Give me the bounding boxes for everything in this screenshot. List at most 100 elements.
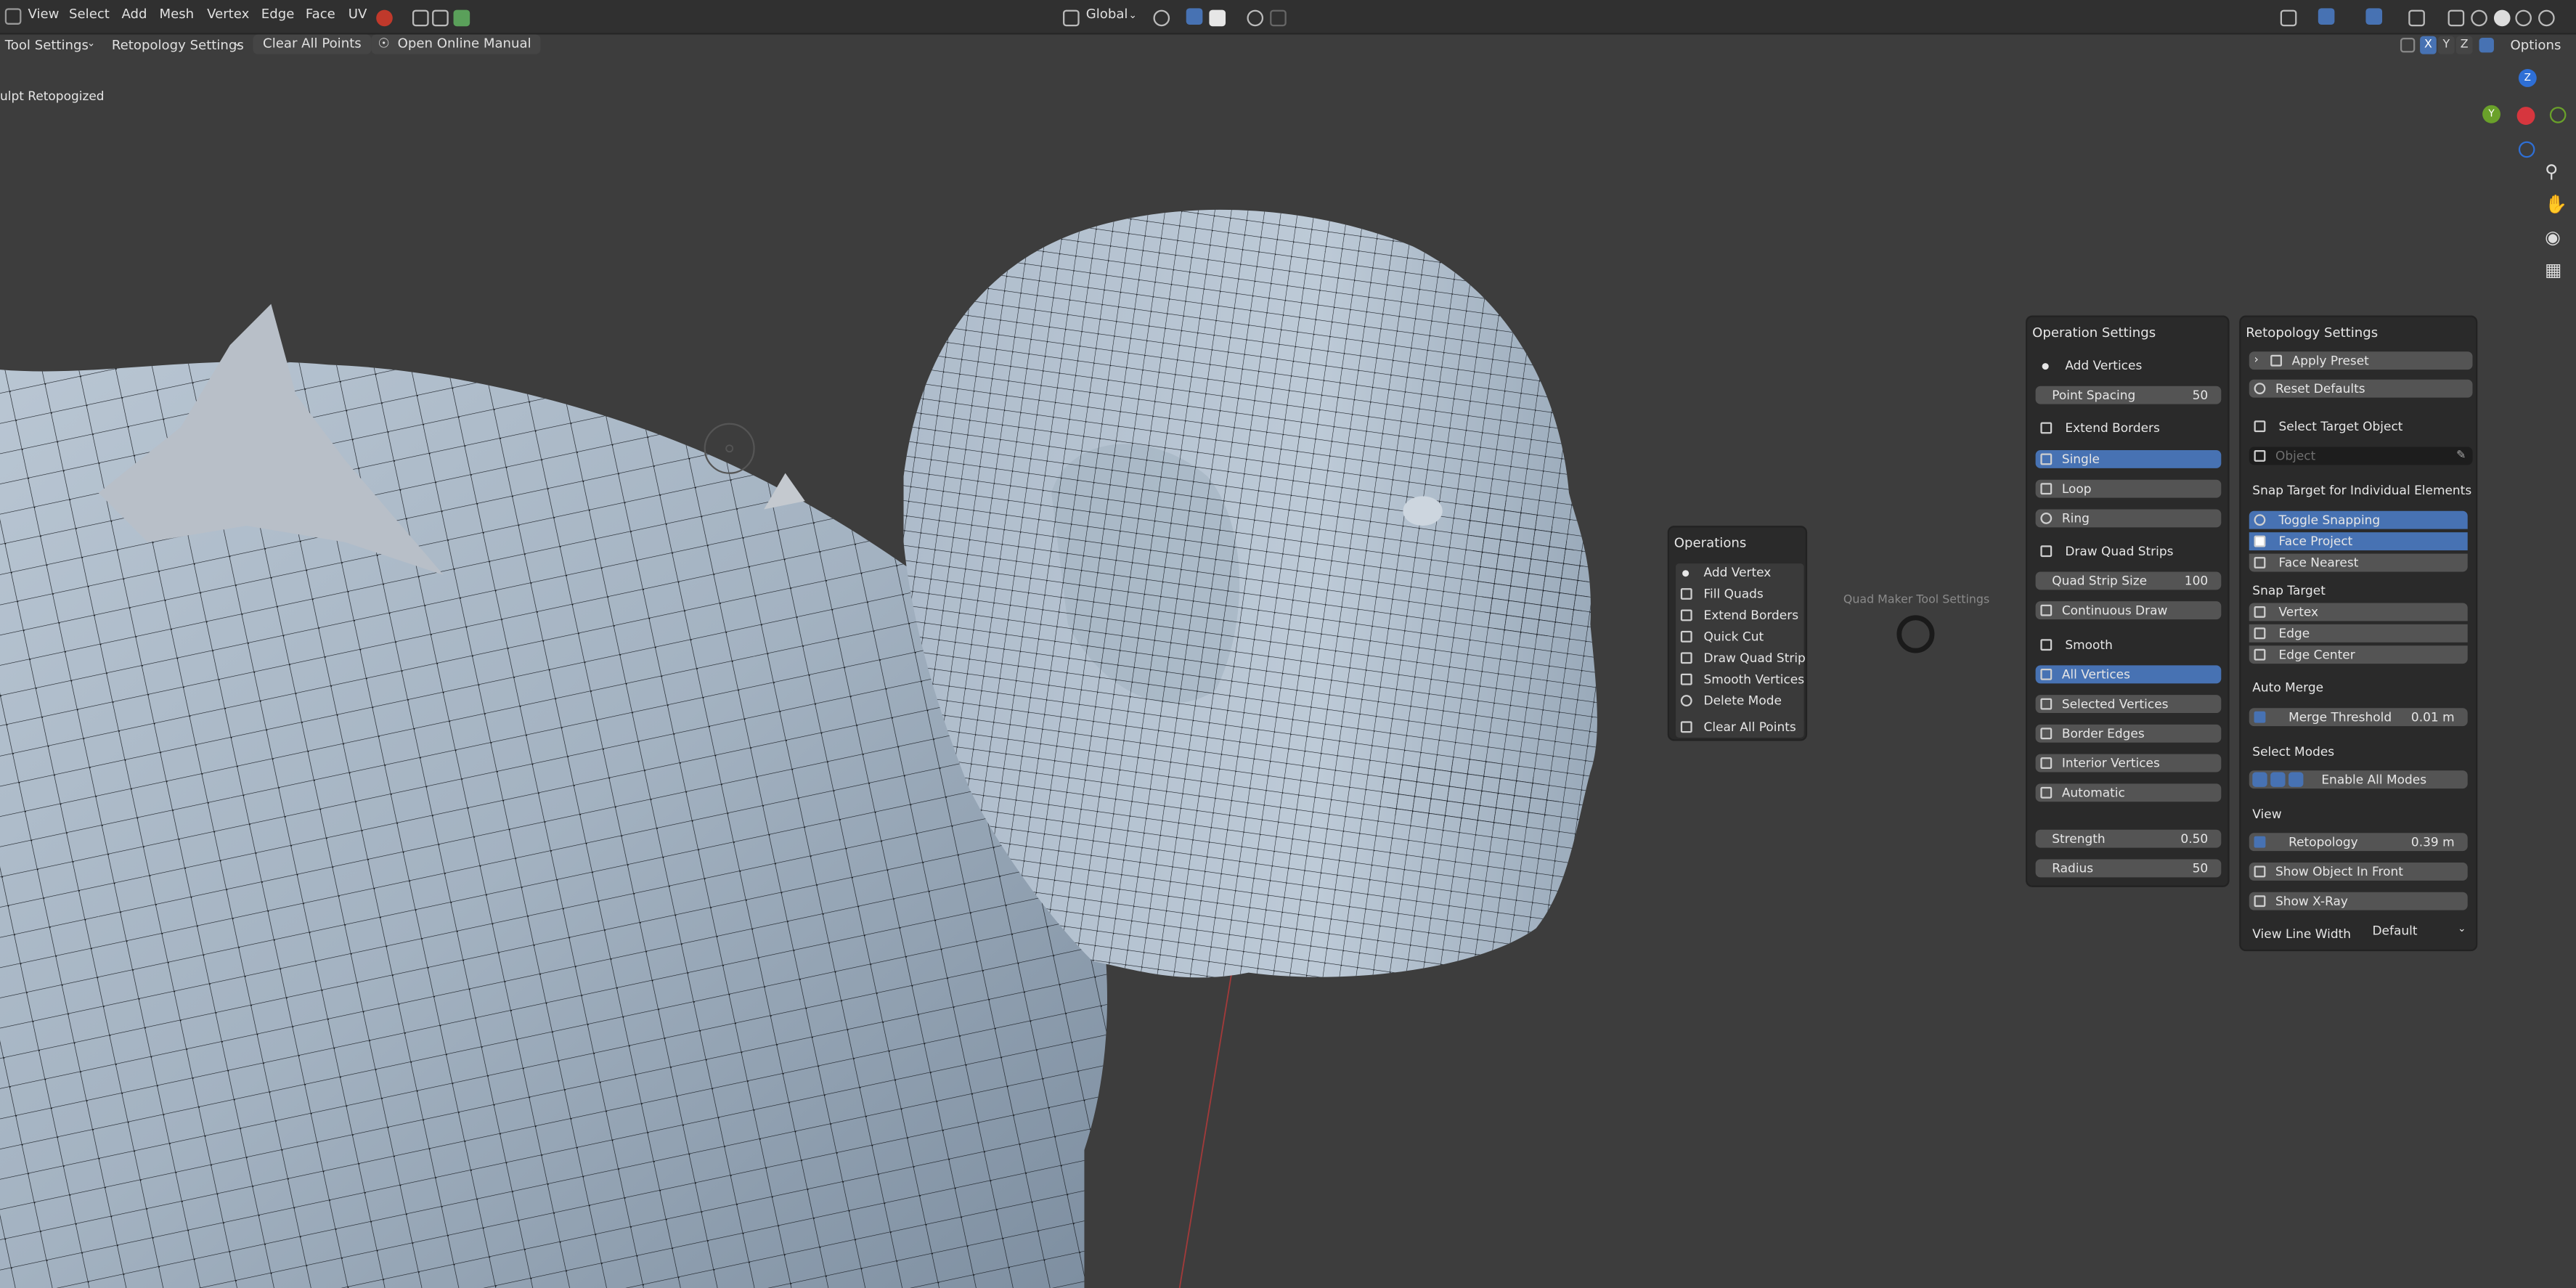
edge-mode-icon[interactable] bbox=[2270, 772, 2286, 787]
grid-view-icon[interactable]: ▦ bbox=[2545, 260, 2568, 283]
smooth-automatic[interactable]: Automatic bbox=[2035, 783, 2222, 802]
menu-vertex[interactable]: Vertex bbox=[207, 7, 249, 21]
op-quick-cut[interactable]: Quick Cut bbox=[1676, 627, 1803, 647]
pivot-icon[interactable] bbox=[1153, 9, 1170, 27]
smooth-interior-vertices[interactable]: Interior Vertices bbox=[2035, 754, 2222, 773]
shading-options-icon[interactable] bbox=[2538, 9, 2555, 27]
reset-defaults-button[interactable]: Reset Defaults bbox=[2249, 379, 2473, 398]
solid-shading-icon[interactable] bbox=[2471, 9, 2487, 27]
snap-toggle-icon[interactable] bbox=[1186, 8, 1203, 25]
show-xray-checkbox[interactable]: Show X-Ray bbox=[2249, 892, 2468, 910]
target-object-field[interactable]: Object ✎ bbox=[2249, 447, 2473, 465]
mirror-y-toggle[interactable]: Y bbox=[2437, 36, 2455, 54]
checkbox-checked-icon[interactable] bbox=[2254, 836, 2266, 848]
mode-ring[interactable]: Ring bbox=[2035, 509, 2222, 528]
op-add-vertex[interactable]: Add Vertex bbox=[1676, 563, 1803, 583]
draw-quad-strips-header: Draw Quad Strips bbox=[2036, 542, 2222, 561]
add-vertices-header: Add Vertices bbox=[2036, 356, 2222, 375]
snap-target-icon[interactable] bbox=[1209, 9, 1226, 27]
gizmo-neg-z[interactable] bbox=[2518, 141, 2535, 158]
smooth-all-vertices[interactable]: All Vertices bbox=[2035, 665, 2222, 684]
tool-settings-dropdown[interactable]: Tool Settings bbox=[5, 38, 89, 52]
visibility-icon[interactable] bbox=[2280, 9, 2297, 27]
retopology-overlay-field[interactable]: Retopology 0.39 m bbox=[2249, 833, 2468, 852]
mirror-icon[interactable] bbox=[2400, 38, 2416, 53]
addon-icon[interactable] bbox=[376, 9, 393, 27]
wireframe-shading-icon[interactable] bbox=[2447, 9, 2465, 27]
menu-edge[interactable]: Edge bbox=[261, 7, 295, 21]
menu-face[interactable]: Face bbox=[306, 7, 335, 21]
pan-hand-icon[interactable]: ✋ bbox=[2545, 194, 2568, 217]
mode-single[interactable]: Single bbox=[2035, 450, 2222, 468]
retopology-settings-dropdown[interactable]: Retopology Settings bbox=[112, 38, 244, 52]
operation-settings-panel: Operation Settings Add Vertices Point Sp… bbox=[2026, 315, 2230, 887]
gizmo-neg-y[interactable] bbox=[2549, 107, 2567, 123]
radius-field[interactable]: Radius 50 bbox=[2035, 859, 2222, 878]
zoom-icon[interactable]: ⚲ bbox=[2545, 161, 2568, 184]
face-mode-icon[interactable] bbox=[2288, 772, 2304, 787]
smooth-selected-vertices[interactable]: Selected Vertices bbox=[2035, 695, 2222, 714]
material-shading-icon[interactable] bbox=[2493, 9, 2511, 27]
gizmo-toggle-icon[interactable] bbox=[2318, 8, 2335, 25]
gizmo-y-axis[interactable]: Y bbox=[2482, 105, 2500, 123]
snap-edge-center-button[interactable]: Edge Center bbox=[2249, 645, 2468, 664]
vertex-mode-icon[interactable] bbox=[2252, 772, 2267, 787]
magnet-icon bbox=[2254, 514, 2266, 526]
face-nearest-button[interactable]: Face Nearest bbox=[2249, 553, 2468, 572]
merge-threshold-field[interactable]: Merge Threshold 0.01 m bbox=[2249, 708, 2468, 727]
point-spacing-field[interactable]: Point Spacing 50 bbox=[2035, 386, 2222, 404]
mirror-z-toggle[interactable]: Z bbox=[2455, 36, 2473, 54]
continuous-draw-checkbox[interactable]: Continuous Draw bbox=[2035, 601, 2222, 620]
show-object-in-front-checkbox[interactable]: Show Object In Front bbox=[2249, 862, 2468, 881]
op-extend-borders[interactable]: Extend Borders bbox=[1676, 606, 1803, 626]
camera-icon[interactable]: ◉ bbox=[2545, 227, 2568, 250]
enable-all-modes-button[interactable]: Enable All Modes bbox=[2249, 770, 2468, 789]
apply-preset-button[interactable]: › Apply Preset bbox=[2249, 351, 2473, 370]
chevron-down-icon[interactable]: ⌄ bbox=[87, 38, 95, 49]
mode-loop[interactable]: Loop bbox=[2035, 479, 2222, 498]
transform-orientation-icon[interactable] bbox=[1063, 9, 1080, 27]
snap-edge-button[interactable]: Edge bbox=[2249, 624, 2468, 643]
snap-target-label: Snap Target bbox=[2252, 583, 2326, 598]
chevron-down-icon[interactable]: ⌄ bbox=[233, 38, 241, 49]
rendered-shading-icon[interactable] bbox=[2515, 9, 2532, 27]
open-online-manual-button[interactable]: ☉ Open Online Manual bbox=[371, 34, 542, 54]
overlay-toggle-icon[interactable] bbox=[2365, 8, 2383, 25]
chevron-down-icon[interactable]: ⌄ bbox=[1129, 10, 1137, 22]
auto-merge-icon[interactable] bbox=[2479, 38, 2494, 53]
retopo-icon[interactable] bbox=[412, 9, 429, 27]
snap-vertex-button[interactable]: Vertex bbox=[2249, 603, 2468, 621]
menu-view[interactable]: View bbox=[28, 7, 59, 21]
quad-strip-size-field[interactable]: Quad Strip Size 100 bbox=[2035, 571, 2222, 590]
strength-field[interactable]: Strength 0.50 bbox=[2035, 829, 2222, 848]
op-draw-quad-strip[interactable]: Draw Quad Strip bbox=[1676, 649, 1806, 669]
auto-merge-icon[interactable] bbox=[2254, 711, 2266, 723]
menu-mesh[interactable]: Mesh bbox=[159, 7, 194, 21]
clear-all-points-button[interactable]: Clear All Points bbox=[253, 34, 372, 54]
orientation-dropdown[interactable]: Global bbox=[1086, 7, 1128, 21]
options-dropdown[interactable]: Options bbox=[2511, 38, 2561, 52]
toggle-snapping-button[interactable]: Toggle Snapping bbox=[2249, 510, 2468, 529]
op-smooth-vertices[interactable]: Smooth Vertices bbox=[1676, 670, 1804, 690]
op-fill-quads[interactable]: Fill Quads bbox=[1676, 585, 1803, 605]
falloff-icon[interactable] bbox=[1270, 9, 1287, 27]
face-project-button[interactable]: Face Project bbox=[2249, 532, 2468, 551]
gizmo-z-axis[interactable]: Z bbox=[2518, 69, 2537, 87]
gizmo-x-axis[interactable] bbox=[2516, 107, 2535, 125]
xray-icon[interactable] bbox=[2408, 9, 2425, 27]
menu-add[interactable]: Add bbox=[121, 7, 147, 21]
menu-uv[interactable]: UV bbox=[349, 7, 367, 21]
view-line-width-dropdown[interactable]: Default ⌄ bbox=[2372, 921, 2471, 941]
op-delete-mode[interactable]: Delete Mode bbox=[1676, 692, 1803, 712]
menu-select[interactable]: Select bbox=[69, 7, 110, 21]
addon-green-icon[interactable] bbox=[453, 9, 470, 27]
navigation-gizmo[interactable]: Z Y bbox=[2476, 66, 2575, 165]
op-clear-all-points[interactable]: Clear All Points bbox=[1676, 717, 1804, 738]
eyedropper-icon[interactable]: ✎ bbox=[2456, 447, 2466, 465]
editor-type-icon[interactable] bbox=[4, 8, 22, 25]
mirror-x-toggle[interactable]: X bbox=[2420, 36, 2437, 54]
smooth-border-edges[interactable]: Border Edges bbox=[2035, 724, 2222, 743]
proportional-edit-icon[interactable] bbox=[1247, 9, 1264, 27]
mesh-tool-icon[interactable] bbox=[432, 9, 449, 27]
brush-icon bbox=[2040, 545, 2053, 558]
